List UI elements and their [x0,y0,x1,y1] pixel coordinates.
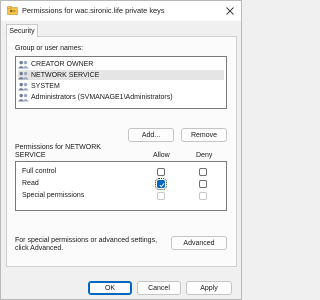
checkmark-icon [158,182,165,187]
close-button[interactable] [222,3,238,19]
permissions-label-line1: Permissions for NETWORK [15,144,101,151]
users-icon [18,82,29,90]
title-bar[interactable]: Permissions for wac.sironic.life private… [1,1,241,21]
user-label: NETWORK SERVICE [31,71,100,79]
read-deny-checkbox[interactable] [199,180,207,188]
users-icon [18,71,29,79]
tab-security-label: Security [9,27,35,35]
deny-column-header: Deny [196,152,213,159]
users-listbox[interactable]: CREATOR OWNER NETWORK SERVICE SYSTEM Adm… [15,56,227,109]
close-icon [226,7,234,15]
list-item-administrators[interactable]: Administrators (SVMANAGE1\Administrators… [18,92,224,102]
tab-security[interactable]: Security [6,24,38,37]
key-folder-icon [7,6,18,15]
user-label: Administrators (SVMANAGE1\Administrators… [31,93,173,101]
special-permissions-deny-checkbox [199,192,207,200]
permission-name: Special permissions [22,192,85,199]
user-label: CREATOR OWNER [31,60,94,68]
remove-button[interactable]: Remove [181,128,227,142]
users-icon [18,60,29,68]
advanced-note-line2: click Advanced. [15,245,64,252]
permission-name: Read [22,180,39,187]
window-title: Permissions for wac.sironic.life private… [22,6,165,15]
advanced-note-line1: For special permissions or advanced sett… [15,237,158,244]
list-item-creator-owner[interactable]: CREATOR OWNER [18,59,224,69]
special-permissions-allow-checkbox [157,192,165,200]
full-control-deny-checkbox[interactable] [199,168,207,176]
full-control-allow-checkbox[interactable] [157,168,165,176]
cancel-button[interactable]: Cancel [137,281,181,295]
apply-button[interactable]: Apply [186,281,232,295]
list-item-network-service[interactable]: NETWORK SERVICE [18,70,224,80]
permissions-list: Full control Read Special permissions [15,161,227,211]
allow-column-header: Allow [153,152,170,159]
list-item-system[interactable]: SYSTEM [18,81,224,91]
permission-name: Full control [22,168,57,175]
read-allow-checkbox[interactable] [155,178,167,190]
group-names-label: Group or user names: [15,45,84,52]
users-icon [18,93,29,101]
permissions-dialog: Permissions for wac.sironic.life private… [0,0,242,300]
user-label: SYSTEM [31,82,60,90]
permissions-label-line2: SERVICE [15,152,46,159]
add-button[interactable]: Add... [128,128,174,142]
ok-button[interactable]: OK [88,281,132,295]
advanced-button[interactable]: Advanced [171,236,227,250]
